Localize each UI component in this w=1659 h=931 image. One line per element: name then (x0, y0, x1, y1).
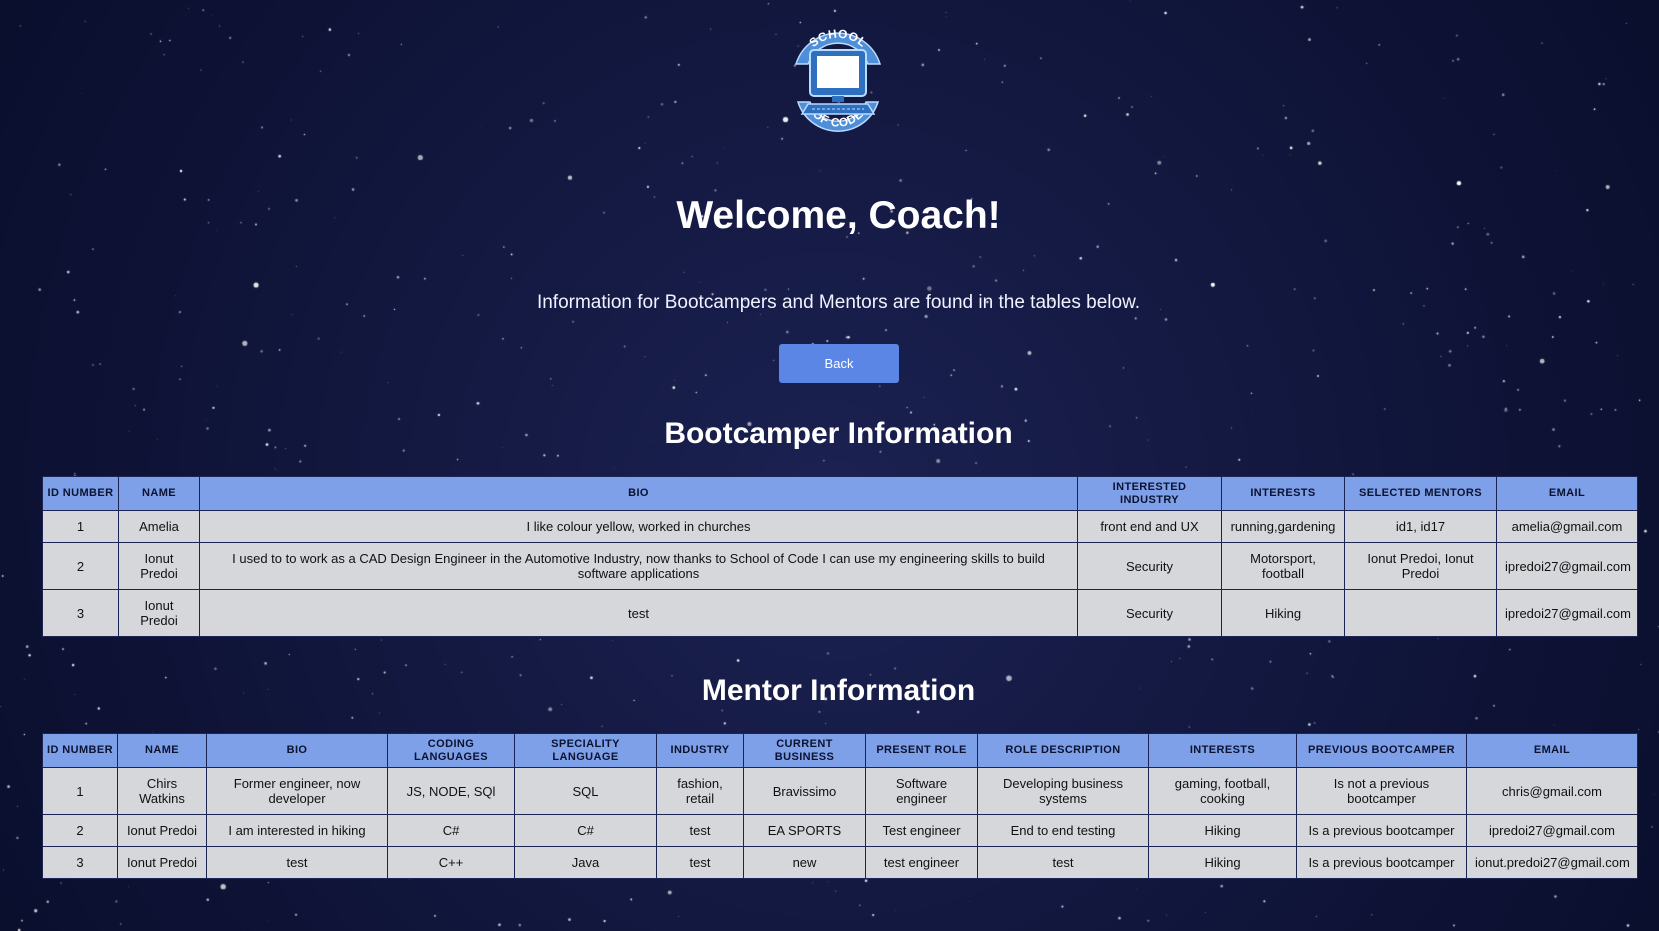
table-cell: test (656, 814, 744, 847)
table-cell: test engineer (865, 846, 978, 879)
table-cell: id1, id17 (1344, 510, 1497, 543)
table-cell: new (743, 846, 866, 879)
column-header: CURRENT BUSINESS (743, 733, 866, 768)
table-cell: fashion, retail (656, 767, 744, 815)
table-cell: test (206, 846, 388, 879)
column-header: INTERESTS (1221, 476, 1345, 511)
table-cell: test (199, 589, 1078, 637)
table-row: 1 Chirs Watkins Former engineer, now dev… (42, 767, 1638, 815)
table-header-row: ID NUMBER NAME BIO INTERESTED INDUSTRY I… (42, 476, 1638, 511)
school-of-code-logo: SCHOOL OF CODE (794, 27, 882, 132)
column-header: ID NUMBER (42, 476, 119, 511)
table-cell: Ionut Predoi (117, 846, 207, 879)
table-cell: front end and UX (1077, 510, 1222, 543)
table-cell: running,gardening (1221, 510, 1345, 543)
page-title: Welcome, Coach! (676, 194, 1001, 237)
table-cell: Security (1077, 589, 1222, 637)
intro-text: Information for Bootcampers and Mentors … (536, 292, 1141, 313)
table-cell: Motorsport, football (1221, 542, 1345, 590)
column-header: SELECTED MENTORS (1344, 476, 1497, 511)
mentor-table: ID NUMBER NAME BIO CODING LANGUAGES SPEC… (42, 733, 1638, 879)
column-header: PRESENT ROLE (865, 733, 978, 768)
table-row: 2 Ionut Predoi I am interested in hiking… (42, 814, 1638, 847)
table-cell: ionut.predoi27@gmail.com (1466, 846, 1638, 879)
table-cell: C++ (387, 846, 515, 879)
table-cell: Test engineer (865, 814, 978, 847)
table-cell: 1 (42, 510, 119, 543)
table-cell: Software engineer (865, 767, 978, 815)
table-cell: 2 (42, 542, 119, 590)
column-header: NAME (118, 476, 200, 511)
column-header: EMAIL (1466, 733, 1638, 768)
table-cell: 2 (42, 814, 118, 847)
table-cell: test (977, 846, 1149, 879)
table-cell: I used to to work as a CAD Design Engine… (199, 542, 1078, 590)
logo-top-text: SCHOOL (807, 27, 870, 50)
table-cell: Ionut Predoi (118, 542, 200, 590)
column-header: BIO (206, 733, 388, 768)
table-cell: Security (1077, 542, 1222, 590)
column-header: EMAIL (1496, 476, 1638, 511)
table-cell: Former engineer, now developer (206, 767, 388, 815)
column-header: NAME (117, 733, 207, 768)
column-header: INTERESTS (1148, 733, 1297, 768)
table-cell: I like colour yellow, worked in churches (199, 510, 1078, 543)
table-cell: EA SPORTS (743, 814, 866, 847)
table-cell (1344, 589, 1497, 637)
table-cell: C# (387, 814, 515, 847)
column-header: CODING LANGUAGES (387, 733, 515, 768)
table-cell: 3 (42, 846, 118, 879)
table-row: 2 Ionut Predoi I used to to work as a CA… (42, 542, 1638, 590)
table-cell: Is a previous bootcamper (1296, 846, 1467, 879)
table-cell: 3 (42, 589, 119, 637)
table-cell: amelia@gmail.com (1496, 510, 1638, 543)
table-cell: gaming, football, cooking (1148, 767, 1297, 815)
bootcamper-section-title: Bootcamper Information (664, 417, 1013, 450)
table-cell: chris@gmail.com (1466, 767, 1638, 815)
table-row: 1 Amelia I like colour yellow, worked in… (42, 510, 1638, 543)
table-cell: ipredoi27@gmail.com (1466, 814, 1638, 847)
table-cell: End to end testing (977, 814, 1149, 847)
table-header-row: ID NUMBER NAME BIO CODING LANGUAGES SPEC… (42, 733, 1638, 768)
svg-text:SCHOOL: SCHOOL (807, 27, 870, 50)
table-cell: JS, NODE, SQl (387, 767, 515, 815)
table-cell: Hiking (1148, 846, 1297, 879)
table-cell: Is a previous bootcamper (1296, 814, 1467, 847)
column-header: BIO (199, 476, 1078, 511)
table-cell: ipredoi27@gmail.com (1496, 542, 1638, 590)
table-cell: Amelia (118, 510, 200, 543)
table-cell: C# (514, 814, 657, 847)
column-header: ROLE DESCRIPTION (977, 733, 1149, 768)
column-header: PREVIOUS BOOTCAMPER (1296, 733, 1467, 768)
column-header: SPECIALITY LANGUAGE (514, 733, 657, 768)
table-cell: Chirs Watkins (117, 767, 207, 815)
mentor-section-title: Mentor Information (701, 674, 976, 707)
table-cell: Hiking (1221, 589, 1345, 637)
table-cell: 1 (42, 767, 118, 815)
table-cell: Ionut Predoi, Ionut Predoi (1344, 542, 1497, 590)
table-cell: Developing business systems (977, 767, 1149, 815)
table-cell: test (656, 846, 744, 879)
table-cell: ipredoi27@gmail.com (1496, 589, 1638, 637)
table-cell: Java (514, 846, 657, 879)
back-button[interactable]: Back (779, 344, 899, 383)
table-cell: Ionut Predoi (117, 814, 207, 847)
table-cell: I am interested in hiking (206, 814, 388, 847)
computer-monitor-icon (800, 49, 876, 115)
table-row: 3 Ionut Predoi test C++ Java test new te… (42, 846, 1638, 879)
page-content: SCHOOL OF CODE Welcome, Coach! Informati… (0, 0, 1659, 931)
table-row: 3 Ionut Predoi test Security Hiking ipre… (42, 589, 1638, 637)
table-cell: Hiking (1148, 814, 1297, 847)
table-cell: Is not a previous bootcamper (1296, 767, 1467, 815)
bootcamper-table: ID NUMBER NAME BIO INTERESTED INDUSTRY I… (42, 476, 1638, 637)
column-header: ID NUMBER (42, 733, 118, 768)
table-cell: Ionut Predoi (118, 589, 200, 637)
column-header: INTERESTED INDUSTRY (1077, 476, 1222, 511)
column-header: INDUSTRY (656, 733, 744, 768)
table-cell: SQL (514, 767, 657, 815)
table-cell: Bravissimo (743, 767, 866, 815)
